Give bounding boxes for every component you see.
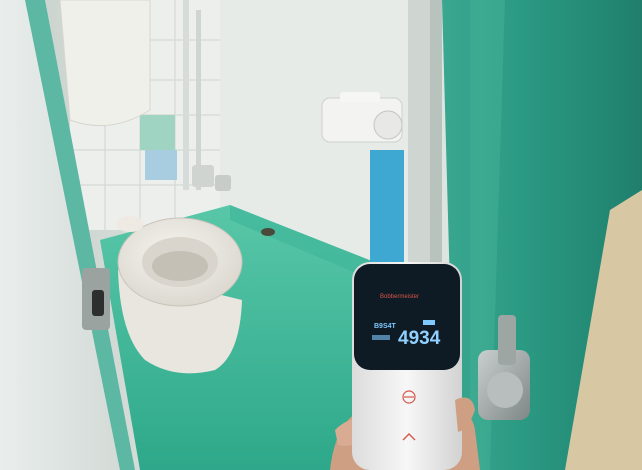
paper-holder — [321, 92, 403, 143]
meter-brand: Bobbermeister — [380, 294, 419, 300]
blue-panel — [370, 150, 404, 265]
wall-pipe — [183, 0, 189, 190]
handheld-meter: Bobbermeister B9S4T 4934 — [352, 262, 462, 470]
floor-drain — [261, 228, 275, 236]
meter-model-label: B9S4T — [374, 323, 397, 330]
meter-reading: 4934 — [398, 328, 441, 349]
latch-plate — [82, 268, 110, 330]
toilet-cistern — [59, 0, 151, 127]
photo-scene: Bobbermeister B9S4T 4934 — [0, 0, 642, 470]
meter-screen — [354, 264, 460, 370]
wall-pipe-2 — [196, 10, 201, 190]
